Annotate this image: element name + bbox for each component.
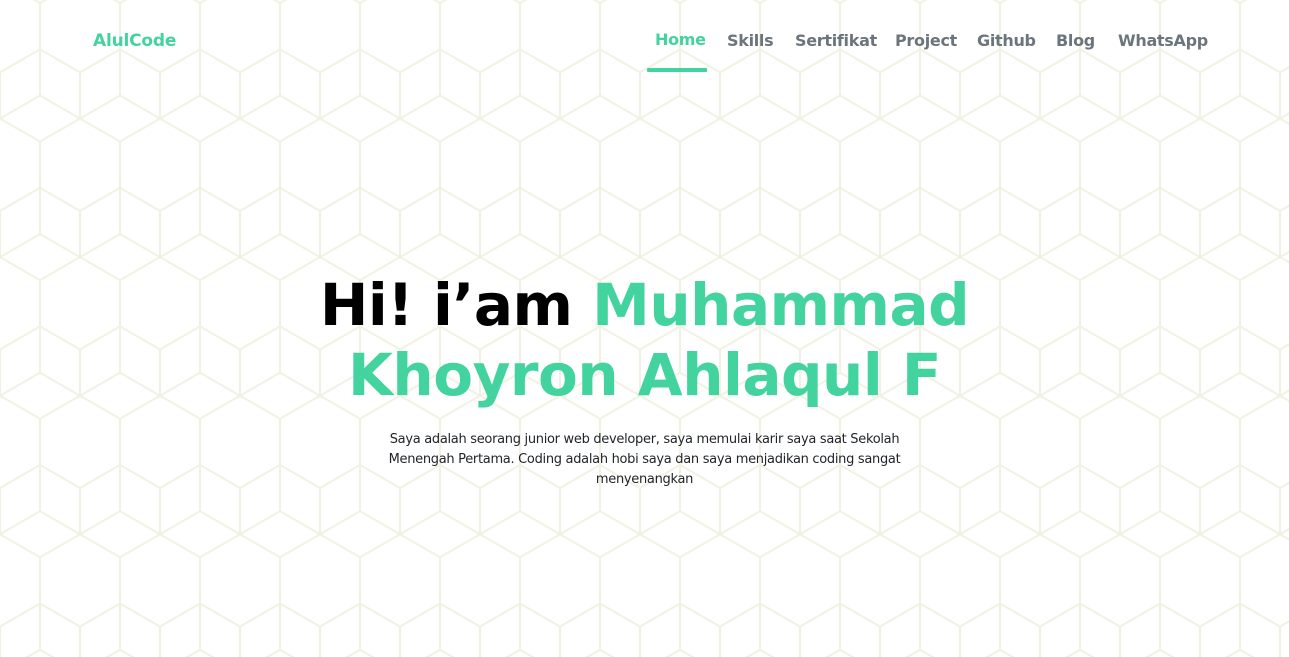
nav-links: Home Skills Sertifikat Project Github Bl…	[0, 0, 1289, 76]
active-nav-indicator	[647, 68, 707, 72]
nav-item-blog[interactable]: Blog	[1056, 31, 1095, 50]
nav-item-project[interactable]: Project	[895, 31, 957, 50]
nav-item-home[interactable]: Home	[655, 30, 706, 49]
hero-section: Hi! i’am Muhammad Khoyron Ahlaqul F Saya…	[0, 270, 1289, 490]
hero-title: Hi! i’am Muhammad Khoyron Ahlaqul F	[295, 270, 995, 410]
nav-item-skills[interactable]: Skills	[727, 31, 774, 50]
hero-description: Saya adalah seorang junior web developer…	[388, 432, 901, 487]
hero-greeting: Hi! i’am	[319, 271, 573, 339]
page: AlulCode Home Skills Sertifikat Project …	[0, 0, 1289, 657]
hero-name-line1: Muhammad	[592, 271, 970, 339]
nav-item-sertifikat[interactable]: Sertifikat	[795, 31, 877, 50]
nav-item-github[interactable]: Github	[977, 31, 1036, 50]
navbar: AlulCode Home Skills Sertifikat Project …	[0, 0, 1289, 76]
nav-item-whatsapp[interactable]: WhatsApp	[1118, 31, 1208, 50]
hero-name-line2: Khoyron Ahlaqul F	[347, 341, 942, 409]
